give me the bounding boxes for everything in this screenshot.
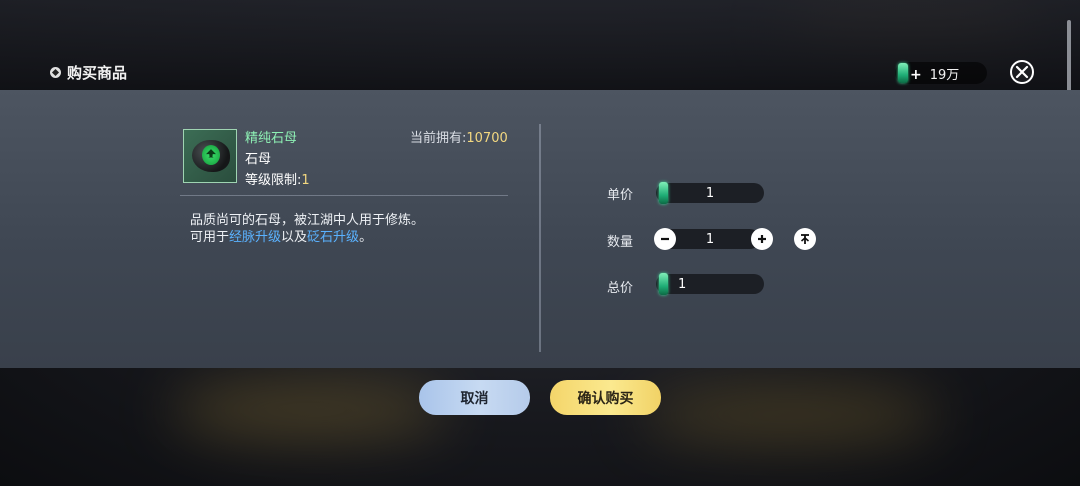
scrollbar[interactable] — [1067, 20, 1071, 100]
quantity-label: 数量 — [607, 235, 634, 250]
decrease-quantity-button[interactable] — [654, 228, 676, 250]
level-limit-label: 等级限制: — [245, 173, 302, 188]
dialog-title: 购买商品 — [50, 62, 127, 83]
quantity-value: 1 — [705, 231, 715, 247]
unit-price-label: 单价 — [607, 188, 634, 203]
total-price-field: 1 — [656, 273, 764, 295]
unit-price-field: 1 — [656, 182, 764, 204]
add-currency-button[interactable]: + — [910, 67, 922, 83]
currency-display[interactable]: + 19万 — [895, 62, 987, 84]
plus-icon — [758, 235, 766, 243]
close-button[interactable] — [1010, 60, 1034, 84]
currency-amount: 19万 — [929, 67, 960, 83]
item-description: 品质尚可的石母，被江湖中人用于修炼。 可用于经脉升级以及砭石升级。 — [190, 212, 424, 246]
close-icon — [1015, 65, 1029, 79]
meridian-upgrade-link[interactable]: 经脉升级 — [229, 230, 281, 245]
total-price-label: 总价 — [607, 281, 634, 296]
description-line-1: 品质尚可的石母，被江湖中人用于修炼。 — [190, 213, 425, 228]
item-name: 精纯石母 — [245, 131, 298, 146]
owned-value: 10700 — [466, 131, 508, 146]
stone-upgrade-link[interactable]: 砭石升级 — [307, 230, 359, 245]
unit-price-value: 1 — [705, 185, 715, 201]
jade-currency-icon — [898, 63, 908, 83]
item-level-limit: 等级限制:1 — [245, 169, 310, 188]
owned-count: 当前拥有:10700 — [410, 127, 508, 146]
jade-currency-icon — [659, 273, 668, 295]
jade-currency-icon — [659, 182, 668, 204]
confirm-purchase-button[interactable]: 确认购买 — [550, 380, 661, 415]
owned-label: 当前拥有: — [410, 131, 467, 146]
total-price-value: 1 — [678, 276, 687, 292]
divider — [180, 195, 508, 196]
description-line-2: 可用于经脉升级以及砭石升级。 — [190, 230, 373, 245]
max-icon — [800, 234, 810, 244]
minus-icon — [661, 237, 669, 241]
level-limit-value: 1 — [301, 173, 310, 188]
item-type: 石母 — [245, 152, 272, 167]
divider — [539, 124, 541, 352]
increase-quantity-button[interactable] — [751, 228, 773, 250]
dialog-title-text: 购买商品 — [67, 64, 128, 82]
background-glow — [640, 385, 940, 445]
item-icon-frame[interactable] — [183, 129, 237, 183]
upgrade-arrow-icon — [202, 145, 220, 165]
title-bullet-icon — [50, 67, 61, 78]
cancel-button[interactable]: 取消 — [419, 380, 530, 415]
max-quantity-button[interactable] — [794, 228, 816, 250]
background-glow — [170, 380, 450, 440]
